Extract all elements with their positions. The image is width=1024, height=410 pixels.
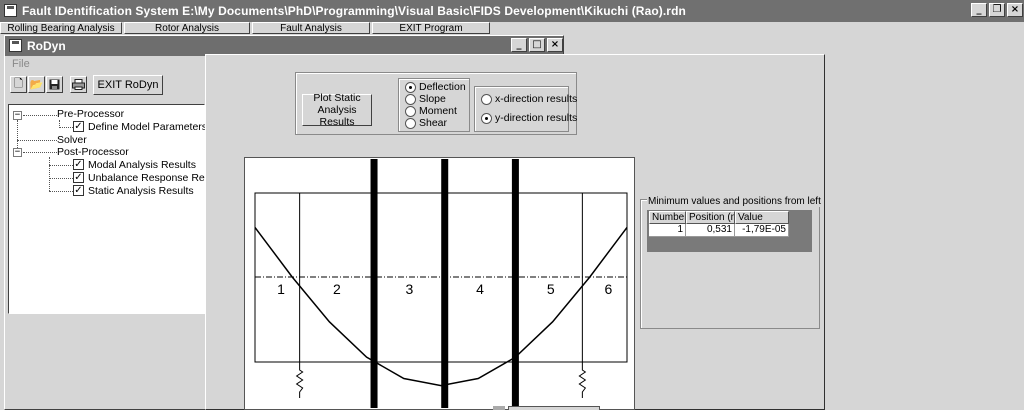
model-tree: − Pre-Processor ✓ Define Model Parameter…: [8, 104, 226, 314]
table-cell-number: 1: [649, 224, 686, 237]
menu-file[interactable]: File: [12, 58, 30, 70]
radio-deflection[interactable]: [405, 82, 416, 93]
tree-line: [17, 140, 57, 141]
element-label: 4: [476, 281, 484, 297]
checkbox-modal[interactable]: ✓: [73, 159, 84, 170]
minimize-icon[interactable]: _: [511, 38, 527, 52]
tree-item-solver[interactable]: Solver: [57, 134, 87, 146]
result-type-group: Deflection Slope Moment Shear: [398, 78, 470, 132]
radio-slope-label: Slope: [419, 93, 446, 105]
radio-shear-label: Shear: [419, 117, 448, 129]
bottom-button-stub[interactable]: [508, 406, 600, 410]
checkbox-define-model[interactable]: ✓: [73, 121, 84, 132]
radio-deflection-label: Deflection: [419, 81, 466, 93]
col-header-position: Position (m): [686, 211, 735, 224]
min-values-grid: Number Position (m) Value 1 0,531 -1,79E…: [647, 210, 812, 252]
tree-line: [17, 120, 18, 150]
bearing-spring-icon: [578, 362, 587, 398]
tab-fault-analysis[interactable]: Fault Analysis: [252, 22, 370, 34]
tree-line: [49, 157, 50, 191]
deflection-plot-svg: 1 2 3 4 5 6: [254, 159, 628, 408]
disk-marker: [441, 159, 449, 408]
element-label: 6: [605, 281, 613, 297]
expander-icon[interactable]: −: [13, 148, 22, 157]
radio-moment-label: Moment: [419, 105, 457, 117]
tree-item-pre-processor[interactable]: Pre-Processor: [57, 108, 124, 120]
min-values-title: Minimum values and positions from left: [647, 196, 822, 207]
bearing-spring-icon: [295, 362, 304, 398]
radio-moment[interactable]: [405, 106, 416, 117]
element-label: 2: [333, 281, 341, 297]
plot-static-results-button[interactable]: Plot Static Analysis Results: [302, 92, 372, 128]
restore-icon[interactable]: ❐: [989, 3, 1005, 17]
maximize-icon[interactable]: □: [529, 38, 545, 52]
main-title: Fault IDentification System E:\My Docume…: [22, 4, 686, 18]
tree-line: [23, 115, 57, 116]
direction-group: x-direction results y-direction results: [474, 86, 577, 132]
main-title-bar: Fault IDentification System E:\My Docume…: [0, 0, 1024, 22]
col-header-number: Number: [649, 211, 686, 224]
tree-line: [23, 152, 57, 153]
table-cell-value: -1,79E-05: [735, 224, 789, 237]
tree-item-post-processor[interactable]: Post-Processor: [57, 146, 129, 158]
new-icon[interactable]: 🗋: [10, 76, 27, 93]
radio-x-direction-label: x-direction results: [495, 93, 578, 105]
close-icon[interactable]: ×: [547, 38, 563, 52]
radio-x-direction[interactable]: [481, 94, 492, 105]
checkbox-static[interactable]: ✓: [73, 185, 84, 196]
checkbox-unbalance[interactable]: ✓: [73, 172, 84, 183]
tree-item-define-model[interactable]: Define Model Parameters: [88, 121, 207, 133]
disk-marker: [511, 159, 519, 408]
element-label: 3: [405, 281, 413, 297]
radio-slope[interactable]: [405, 94, 416, 105]
tree-item-modal[interactable]: Modal Analysis Results: [88, 159, 196, 171]
tab-exit-program[interactable]: EXIT Program: [372, 22, 490, 34]
close-icon[interactable]: ×: [1007, 3, 1023, 17]
rodyn-window-controls: _ □ ×: [511, 38, 563, 52]
minimize-icon[interactable]: _: [971, 3, 987, 17]
exit-rodyn-button[interactable]: EXIT RoDyn: [93, 75, 163, 95]
radio-y-direction[interactable]: [481, 113, 492, 124]
tree-item-static[interactable]: Static Analysis Results: [88, 185, 194, 197]
main-window-controls: _ ❐ ×: [971, 3, 1023, 17]
table-cell-position: 0,531: [686, 224, 735, 237]
tree-line: [49, 178, 73, 179]
save-icon[interactable]: [46, 76, 63, 93]
rodyn-title: RoDyn: [27, 39, 66, 53]
radio-y-direction-label: y-direction results: [495, 112, 578, 124]
expander-icon[interactable]: −: [13, 111, 22, 120]
rodyn-title-bar: RoDyn _ □ ×: [5, 36, 563, 56]
open-icon[interactable]: 📂: [28, 76, 45, 93]
app-icon: [4, 4, 17, 17]
tab-rolling-bearing[interactable]: Rolling Bearing Analysis: [0, 22, 122, 34]
tree-line: [49, 165, 73, 166]
col-header-value: Value: [735, 211, 789, 224]
tree-line: [49, 191, 73, 192]
scroll-stub: [493, 406, 505, 410]
radio-shear[interactable]: [405, 118, 416, 129]
element-label: 1: [277, 281, 285, 297]
tab-rotor-analysis[interactable]: Rotor Analysis: [124, 22, 250, 34]
tree-line: [59, 127, 73, 128]
element-label: 5: [547, 281, 555, 297]
deflection-plot: 1 2 3 4 5 6: [244, 157, 635, 410]
disk-marker: [370, 159, 378, 408]
rodyn-app-icon: [9, 39, 22, 52]
print-icon[interactable]: [70, 76, 87, 93]
